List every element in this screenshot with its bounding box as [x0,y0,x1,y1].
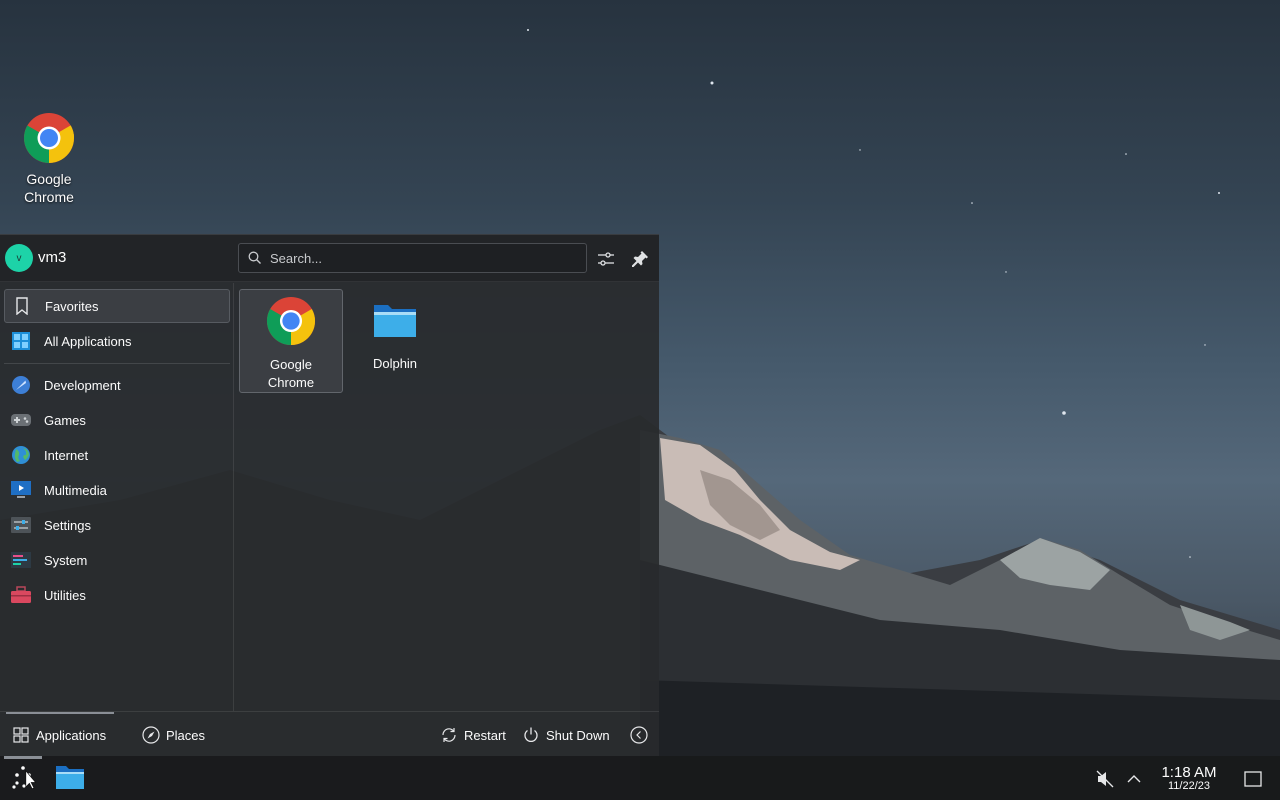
clock-time: 1:18 AM [1161,764,1217,781]
sidebar-item-all-applications[interactable]: All Applications [4,324,230,358]
sidebar-item-label: Settings [44,517,91,533]
taskbar: 1:18 AM 11/22/23 [0,756,1280,800]
taskbar-dolphin[interactable] [52,762,88,796]
app-launcher-button[interactable] [6,762,40,796]
globe-icon [10,444,32,466]
bookmark-icon [11,295,33,317]
search-input[interactable] [270,250,570,266]
app-tile-label: Dolphin [372,356,418,371]
chrome-icon [23,112,75,164]
category-sidebar: Favorites All Applications Development G… [0,283,234,711]
app-tile-dolphin[interactable]: Dolphin [343,289,447,393]
volume-muted-icon[interactable] [1094,768,1116,790]
gamepad-icon [10,409,32,431]
sidebar-item-internet[interactable]: Internet [4,438,230,472]
sidebar-item-development[interactable]: Development [4,368,230,402]
application-launcher: v vm3 Favorites [0,234,659,756]
restart-label: Restart [464,727,506,743]
avatar-letter: v [16,252,22,264]
restart-icon [440,726,458,744]
toolbox-icon [10,584,32,606]
tab-places[interactable]: Places [142,724,205,746]
sliders-icon[interactable] [594,247,618,271]
settings-icon [10,514,32,536]
tab-label: Places [166,727,206,743]
sidebar-item-games[interactable]: Games [4,403,230,437]
sidebar-item-favorites[interactable]: Favorites [4,289,230,323]
launcher-dots-icon [8,762,38,797]
search-icon [248,251,262,265]
username: vm3 [38,249,67,266]
restart-button[interactable]: Restart [440,724,506,746]
multimedia-icon [10,479,32,501]
sidebar-item-label: Favorites [45,298,99,314]
shutdown-button[interactable]: Shut Down [522,724,610,746]
leave-options-button[interactable] [630,724,654,746]
sidebar-item-label: Games [44,412,86,428]
launcher-header: v vm3 [0,235,659,282]
app-tile-google-chrome[interactable]: Google Chrome [239,289,343,393]
folder-icon [54,763,86,796]
sidebar-item-settings[interactable]: Settings [4,508,230,542]
sidebar-item-multimedia[interactable]: Multimedia [4,473,230,507]
app-tile-label: Google Chrome [267,357,315,390]
active-tab-indicator [6,712,114,714]
sidebar-item-label: All Applications [44,333,132,349]
sidebar-item-system[interactable]: System [4,543,230,577]
desktop-icon-google-chrome[interactable]: Google Chrome [8,112,90,206]
desktop-icon-label: Google Chrome [24,171,74,205]
chevron-up-icon[interactable] [1124,768,1144,790]
chevron-left-circle-icon [630,726,648,744]
system-icon [10,549,32,571]
sidebar-separator [4,363,230,364]
show-desktop-icon[interactable] [1242,768,1264,790]
sidebar-item-utilities[interactable]: Utilities [4,578,230,612]
sidebar-item-label: System [44,552,88,568]
sidebar-item-label: Utilities [44,587,86,603]
grid-icon [10,330,32,352]
sidebar-item-label: Internet [44,447,89,463]
chrome-icon [266,296,316,346]
search-box[interactable] [238,243,587,273]
apps-grid-icon [12,726,30,744]
avatar[interactable]: v [5,244,33,272]
shutdown-label: Shut Down [546,727,610,743]
tab-label: Applications [36,727,107,743]
launcher-footer: Applications Places Restart Shut Down [0,711,659,757]
pin-icon[interactable] [628,247,652,271]
power-icon [522,726,540,744]
clock-date: 11/22/23 [1167,780,1210,792]
sidebar-item-label: Development [44,377,121,393]
folder-icon [370,295,420,345]
tab-applications[interactable]: Applications [12,724,106,746]
compass-icon [142,726,160,744]
development-icon [10,374,32,396]
sidebar-item-label: Multimedia [44,482,107,498]
launcher-active-indicator [4,756,42,759]
